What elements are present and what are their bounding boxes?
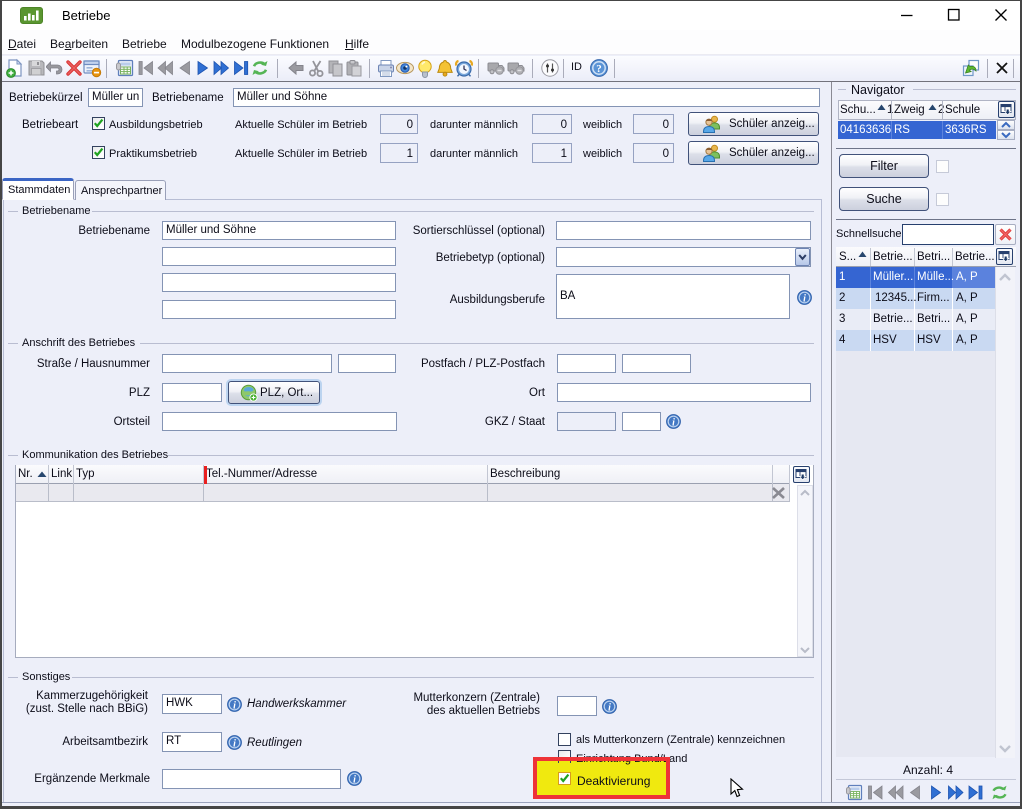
svg-text:i: i xyxy=(233,700,236,711)
svg-text:i: i xyxy=(672,417,675,428)
svg-text:i: i xyxy=(608,702,611,713)
svg-text:i: i xyxy=(233,738,236,749)
svg-text:i: i xyxy=(803,293,806,304)
svg-text:?: ? xyxy=(596,63,602,75)
svg-text:i: i xyxy=(353,774,356,785)
